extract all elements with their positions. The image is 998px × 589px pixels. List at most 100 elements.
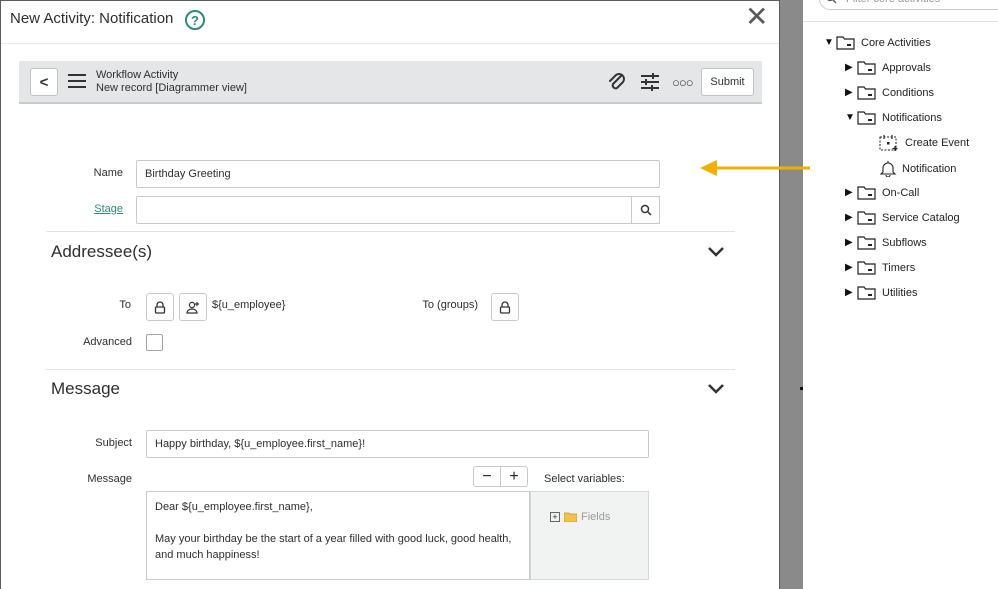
tree-item-label: Utilities [882,286,918,299]
chevron-down-icon[interactable] [707,383,725,395]
fields-tree-node[interactable]: + Fields [550,511,610,523]
sliders-icon[interactable] [640,72,660,92]
expand-icon[interactable]: + [550,512,560,522]
tree-item-approvals[interactable]: ▶ Approvals [845,60,931,75]
lock-icon [154,300,166,314]
section-divider [46,231,735,232]
tree-item-utilities[interactable]: ▶ Utilities [845,285,917,300]
tree-item-label: On-Call [882,186,920,199]
back-button[interactable]: < [30,68,58,96]
collapse-triangle-icon[interactable]: ▼ [824,37,836,48]
folder-icon [857,261,876,275]
fields-label: Fields [581,511,611,523]
message-section-title: Message [51,379,120,398]
folder-icon [836,36,855,50]
bell-icon [879,161,897,177]
tree-item-label: Notification [902,162,957,175]
tree-item-timers[interactable]: ▶ Timers [845,260,915,275]
add-me-button[interactable] [179,293,207,321]
message-textarea[interactable]: Dear ${u_employee.first_name}, May your … [146,491,530,580]
addressees-section-title: Addressee(s) [51,242,153,261]
expand-triangle-icon[interactable]: ▶ [845,212,857,223]
pointer-arrow-icon [700,160,810,176]
tree-item-core-activities[interactable]: ▼ Core Activities [824,35,931,50]
message-line: May your birthday be the start of a year… [155,533,512,561]
search-button[interactable] [631,196,660,224]
record-subtitle: New record [Diagrammer view] [96,82,247,94]
to-label: To [119,299,131,311]
expand-triangle-icon[interactable]: ▶ [845,87,857,98]
calendar-event-icon [879,135,898,151]
tree-item-notifications[interactable]: ▼ Notifications [845,110,942,125]
tree-item-notification[interactable]: Notification [879,160,956,177]
folder-icon [857,186,876,200]
name-field[interactable]: Birthday Greeting [136,160,660,188]
tree-item-label: Subflows [882,236,927,249]
divider [1,43,779,44]
tree-item-label: Approvals [882,61,931,74]
folder-icon [564,512,577,522]
tree-item-service-catalog[interactable]: ▶ Service Catalog [845,210,960,225]
tree-item-label: Core Activities [861,36,931,49]
message-label: Message [87,473,132,485]
variables-panel: + Fields [530,491,649,580]
tree-item-label: Service Catalog [882,211,960,224]
tree-item-subflows[interactable]: ▶ Subflows [845,235,927,250]
expand-triangle-icon[interactable]: ▶ [845,237,857,248]
search-icon [640,204,652,216]
expand-triangle-icon[interactable]: ▶ [845,287,857,298]
folder-icon [857,211,876,225]
submit-button[interactable]: Submit [701,68,754,96]
expand-triangle-icon[interactable]: ▶ [845,187,857,198]
name-label: Name [93,167,123,179]
message-line: Dear ${u_employee.first_name}, [155,501,313,513]
close-icon[interactable]: ✕ [745,3,768,31]
to-value: ${u_employee} [212,299,286,311]
lock-icon [499,300,511,314]
tree-item-conditions[interactable]: ▶ Conditions [845,85,934,100]
expand-triangle-icon[interactable]: ▶ [845,262,857,273]
folder-icon [857,61,876,75]
advanced-label: Advanced [83,336,132,348]
tree-item-create-event[interactable]: Create Event [879,135,969,151]
advanced-checkbox[interactable] [146,334,163,351]
section-divider [46,369,735,370]
shrink-button[interactable]: − [473,466,501,487]
tree-item-label: Notifications [882,111,942,124]
stage-field[interactable] [136,196,632,224]
divider [803,21,998,22]
modal-title: New Activity: Notification [10,10,174,27]
question-circle-icon[interactable]: ? [185,10,205,30]
chevron-left-icon: < [39,73,49,91]
search-icon [827,0,837,4]
tree-item-label: Conditions [882,86,934,99]
expand-triangle-icon[interactable]: ▶ [845,62,857,73]
select-variables-label: Select variables: [544,473,625,485]
unlock-button[interactable] [146,293,174,321]
unlock-groups-button[interactable] [491,293,519,321]
tree-item-label: Timers [882,261,916,274]
activities-palette: Filter core activities ▼ Core Activities… [803,0,998,589]
collapse-triangle-icon[interactable]: ▼ [845,112,857,123]
folder-icon [857,111,876,125]
menu-icon[interactable] [68,74,86,88]
record-type: Workflow Activity [96,69,179,81]
folder-icon [857,236,876,250]
pane-splitter[interactable] [780,0,803,589]
filter-input[interactable]: Filter core activities [819,0,998,10]
more-options-icon[interactable]: ○○○ [672,75,694,90]
record-header: < Workflow Activity New record [Diagramm… [19,61,762,104]
add-user-icon [186,301,199,314]
folder-icon [857,286,876,300]
chevron-down-icon[interactable] [707,246,725,258]
expand-button[interactable]: + [500,466,528,487]
subject-label: Subject [95,437,132,449]
subject-field[interactable]: Happy birthday, ${u_employee.first_name}… [146,430,649,458]
activity-modal: New Activity: Notification ? ✕ < Workflo… [0,0,780,589]
tree-item-label: Create Event [905,137,970,149]
folder-icon [857,86,876,100]
stage-label[interactable]: Stage [61,203,123,215]
to-groups-label: To (groups) [422,299,478,311]
paperclip-icon[interactable] [607,71,627,93]
tree-item-on-call[interactable]: ▶ On-Call [845,185,919,200]
